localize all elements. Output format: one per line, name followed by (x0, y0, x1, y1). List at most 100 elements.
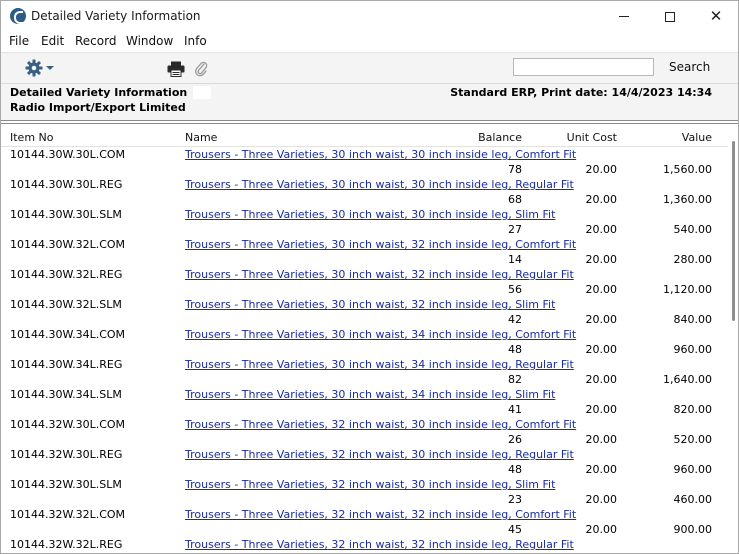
item-name-link[interactable]: Trousers - Three Varieties, 32 inch wais… (185, 418, 576, 431)
balance: 27 (508, 223, 522, 236)
value: 820.00 (673, 403, 713, 416)
value: 1,120.00 (663, 283, 712, 296)
table-row: 10144.30W.32L.REG Trousers - Three Varie… (1, 267, 728, 297)
table-row: 10144.30W.30L.REG Trousers - Three Varie… (1, 177, 728, 207)
header-blank-field (193, 86, 211, 99)
value: 520.00 (673, 433, 713, 446)
item-name-link[interactable]: Trousers - Three Varieties, 30 inch wais… (185, 268, 574, 281)
report-window: Detailed Variety Information ✕ File Edit… (0, 0, 739, 554)
menu-edit[interactable]: Edit (41, 34, 64, 48)
search-input[interactable] (513, 58, 654, 76)
item-name-link[interactable]: Trousers - Three Varieties, 30 inch wais… (185, 328, 576, 341)
menu-info[interactable]: Info (184, 34, 207, 48)
gear-icon[interactable] (25, 59, 43, 77)
unit-cost: 20.00 (585, 433, 618, 446)
balance: 78 (508, 163, 522, 176)
item-no: 10144.30W.34L.REG (10, 358, 123, 371)
window-title: Detailed Variety Information (31, 9, 201, 23)
value: 460.00 (673, 493, 713, 506)
minimize-button[interactable] (601, 1, 647, 32)
unit-cost: 20.00 (585, 373, 618, 386)
table-row: 10144.30W.34L.SLM Trousers - Three Varie… (1, 387, 728, 417)
close-icon: ✕ (709, 7, 723, 25)
value: 540.00 (673, 223, 713, 236)
maximize-button[interactable] (647, 1, 693, 32)
value: 900.00 (673, 523, 713, 536)
table-row: 10144.32W.30L.SLM Trousers - Three Varie… (1, 477, 728, 507)
unit-cost: 20.00 (585, 403, 618, 416)
balance: 14 (508, 253, 522, 266)
value: 1,640.00 (663, 373, 712, 386)
balance: 48 (508, 463, 522, 476)
unit-cost: 20.00 (585, 223, 618, 236)
company-name: Radio Import/Export Limited (10, 101, 186, 114)
table-row: 10144.30W.30L.COM Trousers - Three Varie… (1, 147, 728, 177)
item-name-link[interactable]: Trousers - Three Varieties, 32 inch wais… (185, 478, 555, 491)
unit-cost: 20.00 (585, 523, 618, 536)
item-name-link[interactable]: Trousers - Three Varieties, 30 inch wais… (185, 178, 574, 191)
balance: 68 (508, 193, 522, 206)
unit-cost: 20.00 (585, 343, 618, 356)
value: 840.00 (673, 313, 713, 326)
column-header-name: Name (185, 131, 218, 144)
column-header-item-no: Item No (10, 131, 54, 144)
menu-window[interactable]: Window (126, 34, 173, 48)
item-name-link[interactable]: Trousers - Three Varieties, 32 inch wais… (185, 538, 574, 551)
title-bar[interactable]: Detailed Variety Information ✕ (1, 1, 738, 32)
item-no: 10144.30W.32L.SLM (10, 298, 122, 311)
item-name-link[interactable]: Trousers - Three Varieties, 32 inch wais… (185, 448, 574, 461)
item-name-link[interactable]: Trousers - Three Varieties, 30 inch wais… (185, 208, 555, 221)
unit-cost: 20.00 (585, 193, 618, 206)
item-no: 10144.30W.30L.REG (10, 178, 123, 191)
unit-cost: 20.00 (585, 463, 618, 476)
menu-file[interactable]: File (9, 34, 29, 48)
print-icon[interactable] (167, 61, 185, 77)
print-info: Standard ERP, Print date: 14/4/2023 14:3… (450, 86, 712, 99)
balance: 48 (508, 343, 522, 356)
scrollbar-thumb[interactable] (732, 141, 735, 321)
item-no: 10144.30W.30L.SLM (10, 208, 122, 221)
table-row: 10144.30W.32L.SLM Trousers - Three Varie… (1, 297, 728, 327)
balance: 42 (508, 313, 522, 326)
maximize-icon (665, 11, 675, 22)
table-row: 10144.32W.32L.COM Trousers - Three Varie… (1, 507, 728, 537)
item-no: 10144.32W.32L.REG (10, 538, 123, 551)
column-header-balance: Balance (478, 131, 522, 144)
unit-cost: 20.00 (585, 283, 618, 296)
close-button[interactable]: ✕ (693, 1, 738, 32)
paperclip-icon[interactable] (194, 60, 208, 78)
table-row: 10144.30W.34L.REG Trousers - Three Varie… (1, 357, 728, 387)
item-no: 10144.32W.32L.COM (10, 508, 126, 521)
item-no: 10144.30W.34L.SLM (10, 388, 122, 401)
minimize-icon (619, 16, 629, 17)
item-name-link[interactable]: Trousers - Three Varieties, 30 inch wais… (185, 238, 576, 251)
balance: 41 (508, 403, 522, 416)
table-row: 10144.32W.30L.COM Trousers - Three Varie… (1, 417, 728, 447)
item-name-link[interactable]: Trousers - Three Varieties, 32 inch wais… (185, 508, 576, 521)
search-button[interactable]: Search (669, 60, 710, 74)
balance: 45 (508, 523, 522, 536)
item-no: 10144.30W.32L.REG (10, 268, 123, 281)
report-title: Detailed Variety Information (10, 86, 188, 99)
header-divider (1, 120, 738, 121)
item-name-link[interactable]: Trousers - Three Varieties, 30 inch wais… (185, 148, 576, 161)
item-no: 10144.30W.34L.COM (10, 328, 126, 341)
unit-cost: 20.00 (585, 313, 618, 326)
menu-bar: File Edit Record Window Info (1, 32, 738, 52)
column-header-unit-cost: Unit Cost (566, 131, 617, 144)
menu-record[interactable]: Record (75, 34, 116, 48)
value: 1,360.00 (663, 193, 712, 206)
item-no: 10144.30W.30L.COM (10, 148, 126, 161)
unit-cost: 20.00 (585, 253, 618, 266)
item-name-link[interactable]: Trousers - Three Varieties, 30 inch wais… (185, 358, 574, 371)
balance: 56 (508, 283, 522, 296)
app-logo-icon (10, 8, 26, 24)
balance: 23 (508, 493, 522, 506)
balance: 82 (508, 373, 522, 386)
item-name-link[interactable]: Trousers - Three Varieties, 30 inch wais… (185, 388, 555, 401)
chevron-down-icon[interactable] (46, 66, 54, 70)
table-row: 10144.30W.30L.SLM Trousers - Three Varie… (1, 207, 728, 237)
item-no: 10144.32W.30L.SLM (10, 478, 122, 491)
item-name-link[interactable]: Trousers - Three Varieties, 30 inch wais… (185, 298, 555, 311)
table-row: 10144.32W.30L.REG Trousers - Three Varie… (1, 447, 728, 477)
